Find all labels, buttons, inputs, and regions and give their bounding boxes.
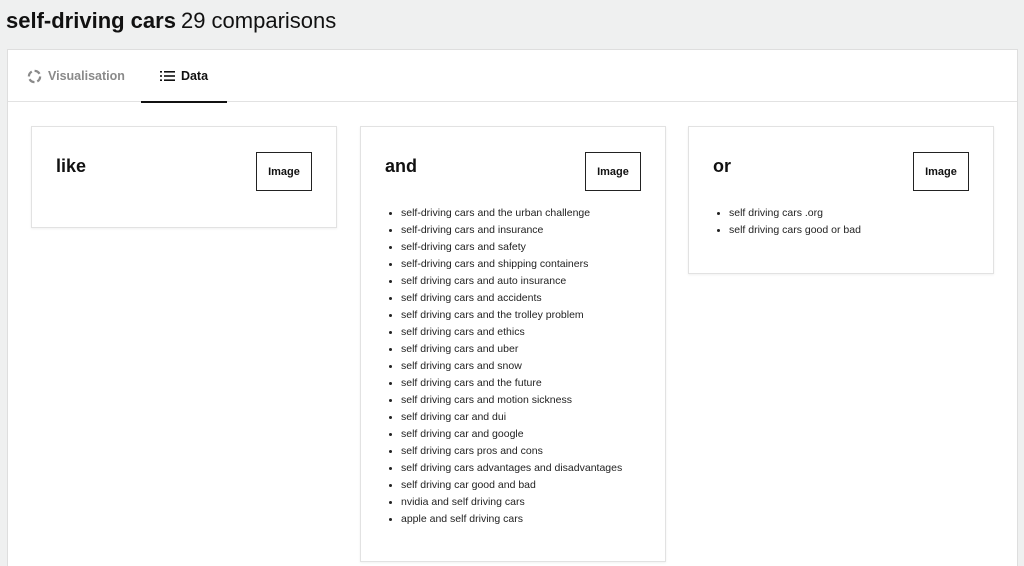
- list-item: self-driving cars and insurance: [401, 222, 622, 239]
- list-item: self driving cars and motion sickness: [401, 392, 622, 409]
- page-title-term: self-driving cars: [6, 8, 176, 33]
- group-title: and: [385, 156, 418, 176]
- list-item: self driving cars advantages and disadva…: [401, 460, 622, 477]
- list-item: self driving cars and uber: [401, 341, 622, 358]
- tab-data[interactable]: Data: [141, 50, 227, 103]
- group-title: or: [713, 156, 731, 176]
- group-title: like: [56, 156, 87, 176]
- group-card-and: and Image self-driving cars and the urba…: [360, 126, 666, 562]
- results-panel: Visualisation Data like Image and Image …: [7, 49, 1018, 566]
- list-item: self driving cars and accidents: [401, 290, 622, 307]
- page-title: self-driving cars 29 comparisons: [6, 7, 336, 35]
- image-button[interactable]: Image: [913, 152, 969, 191]
- tab-visualisation[interactable]: Visualisation: [27, 50, 125, 102]
- list-item: self driving cars and auto insurance: [401, 273, 622, 290]
- list-item: apple and self driving cars: [401, 511, 622, 528]
- list-item: self driving car and google: [401, 426, 622, 443]
- list-item: self driving cars pros and cons: [401, 443, 622, 460]
- image-button[interactable]: Image: [256, 152, 312, 191]
- list-item: self driving cars and ethics: [401, 324, 622, 341]
- comparison-list: self-driving cars and the urban challeng…: [401, 205, 622, 528]
- list-item: nvidia and self driving cars: [401, 494, 622, 511]
- list-item: self driving cars and the trolley proble…: [401, 307, 622, 324]
- list-item: self driving car and dui: [401, 409, 622, 426]
- list-item: self driving cars and the future: [401, 375, 622, 392]
- list-item: self-driving cars and shipping container…: [401, 256, 622, 273]
- tab-visualisation-label: Visualisation: [48, 69, 125, 83]
- circle-loader-icon: [27, 69, 42, 84]
- list-item: self driving cars .org: [729, 205, 861, 222]
- list-item: self driving car good and bad: [401, 477, 622, 494]
- list-item: self driving cars good or bad: [729, 222, 861, 239]
- comparison-list: self driving cars .orgself driving cars …: [729, 205, 861, 239]
- image-button[interactable]: Image: [585, 152, 641, 191]
- list-item: self-driving cars and safety: [401, 239, 622, 256]
- group-card-or: or Image self driving cars .orgself driv…: [688, 126, 994, 274]
- list-item: self driving cars and snow: [401, 358, 622, 375]
- group-card-like: like Image: [31, 126, 337, 228]
- list-icon: [159, 70, 175, 82]
- list-item: self-driving cars and the urban challeng…: [401, 205, 622, 222]
- comparison-count: 29 comparisons: [180, 8, 337, 33]
- tab-data-label: Data: [180, 69, 209, 83]
- tab-bar: Visualisation Data: [8, 50, 1017, 103]
